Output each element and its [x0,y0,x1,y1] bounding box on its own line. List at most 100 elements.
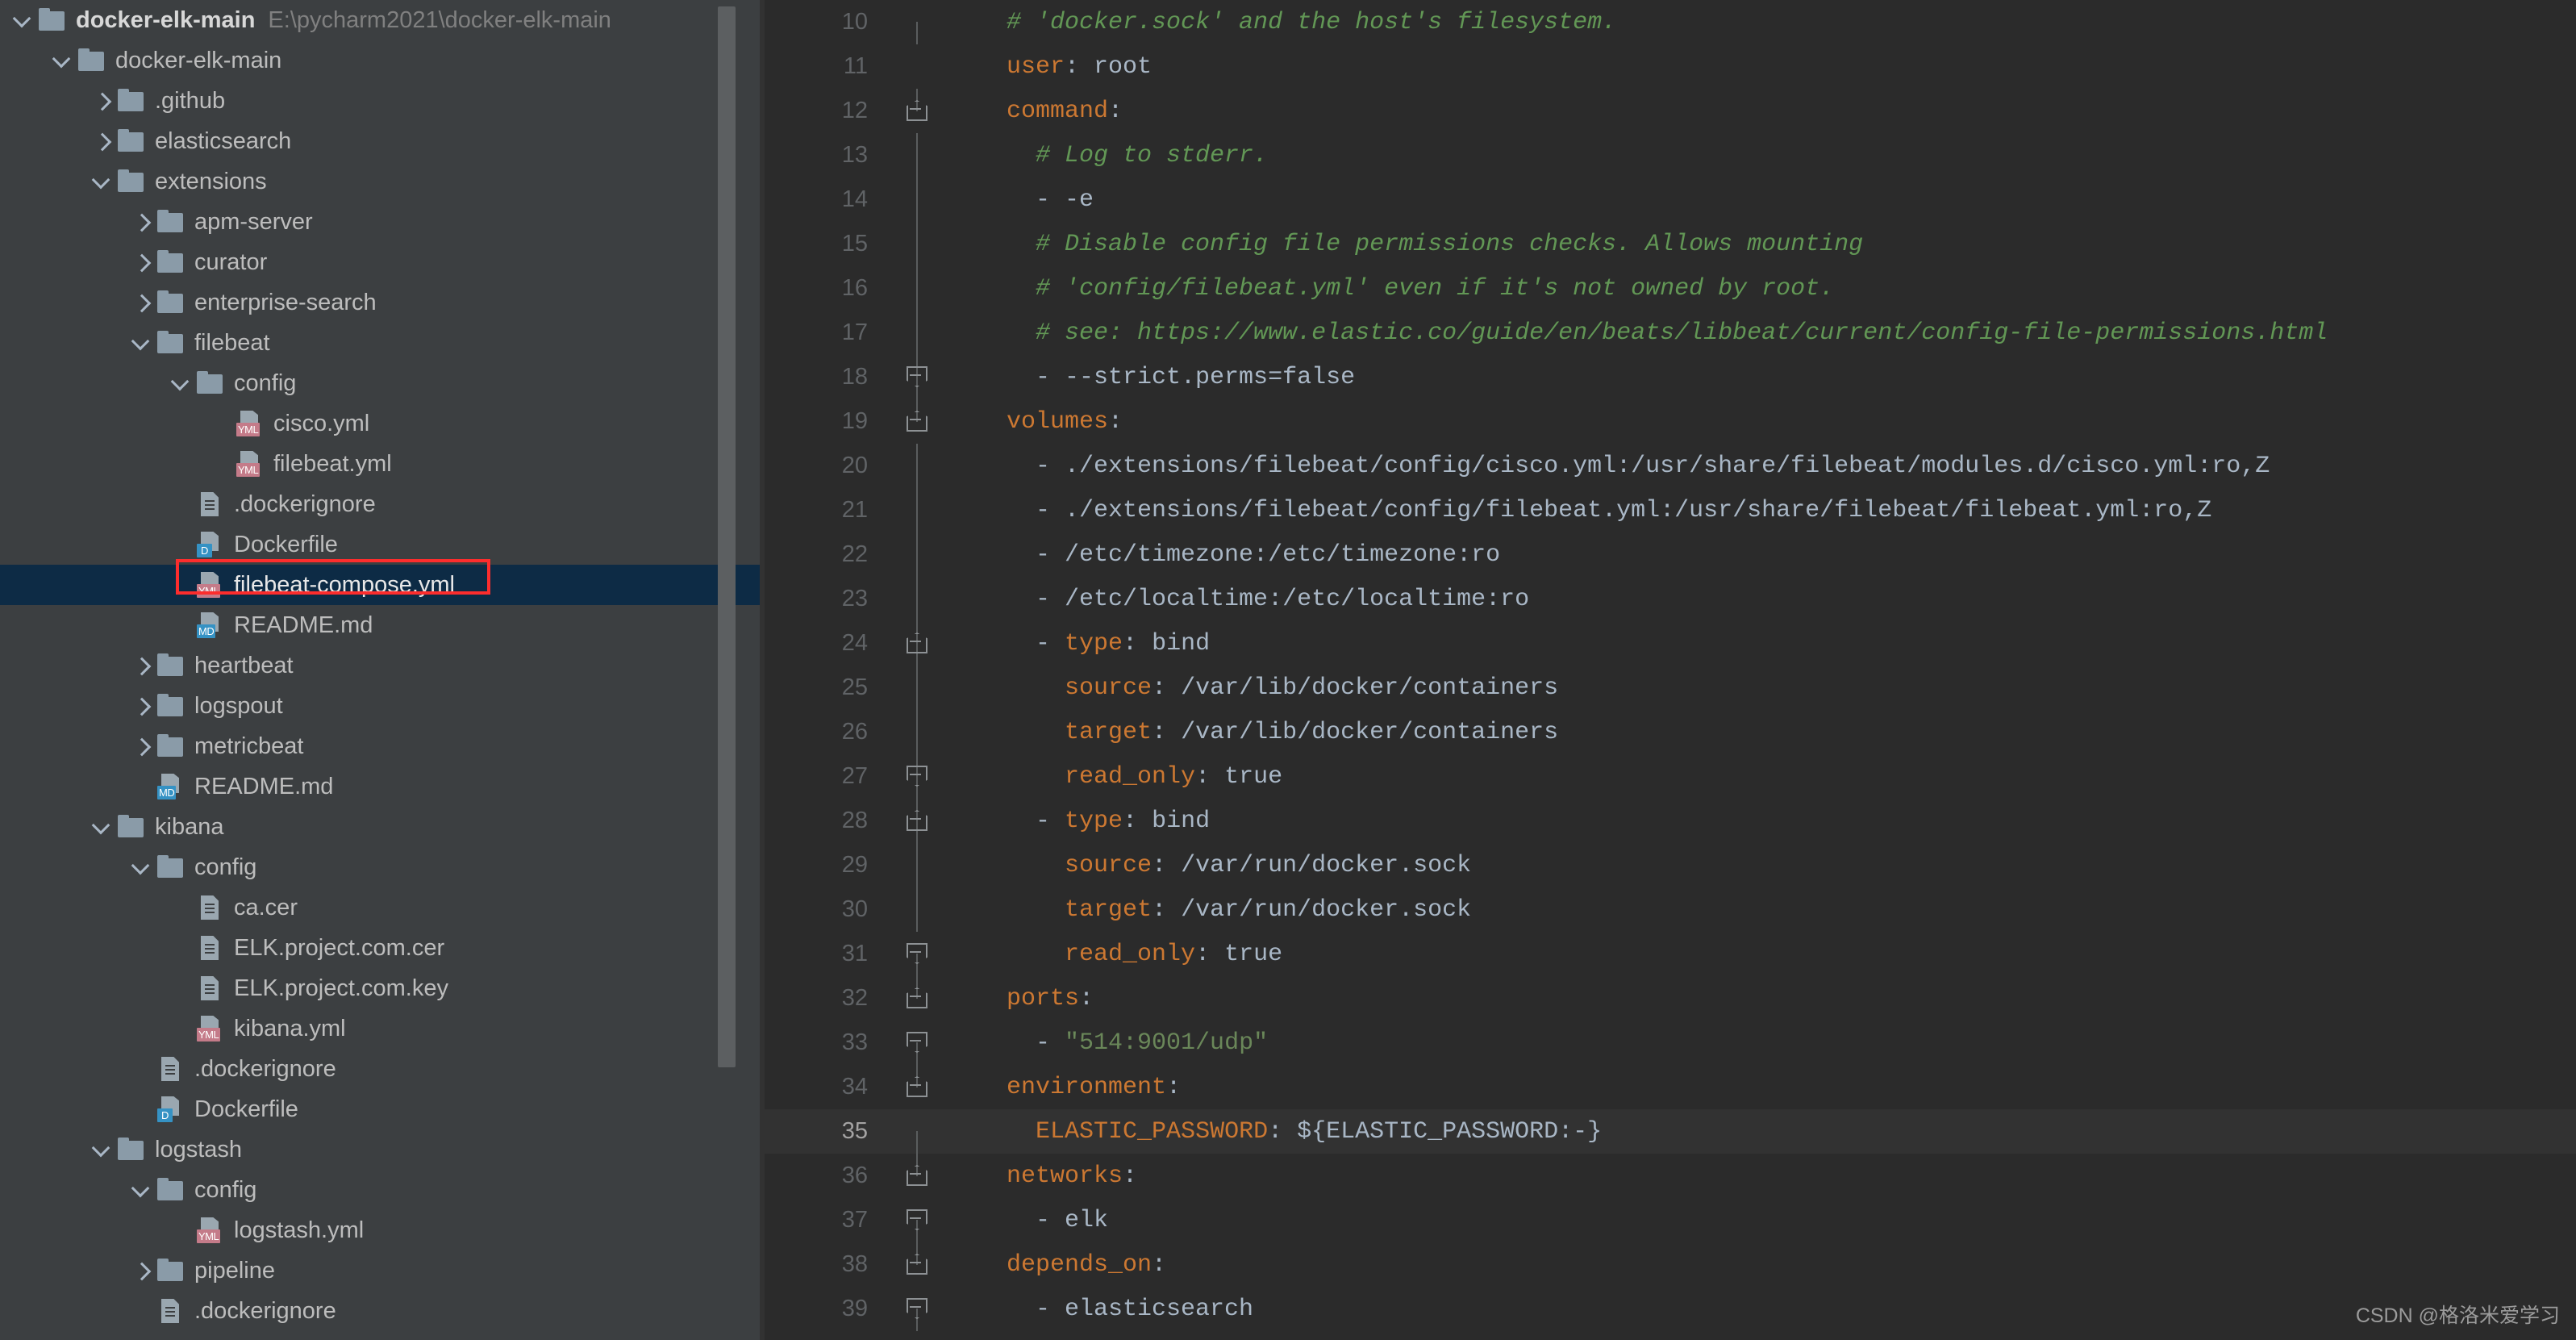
fold-gutter[interactable] [886,355,948,399]
code-text[interactable]: - ./extensions/filebeat/config/filebeat.… [948,497,2211,524]
code-line[interactable]: 29 source: /var/run/docker.sock [765,843,2576,887]
tree-row[interactable]: ELK.project.com.key [0,968,765,1008]
fold-gutter[interactable] [886,1242,948,1287]
fold-gutter[interactable] [886,89,948,133]
project-tool-window[interactable]: docker-elk-main E:\pycharm2021\docker-el… [0,0,765,1340]
code-line[interactable]: 24 - type: bind [765,621,2576,666]
tree-row[interactable]: MD README.md [0,766,765,807]
tree-row[interactable]: kibana [0,807,765,847]
fold-collapse-icon[interactable] [907,411,927,432]
tree-row[interactable]: curator [0,242,765,282]
code-text[interactable]: target: /var/run/docker.sock [948,896,1471,924]
code-text[interactable]: - type: bind [948,808,1210,835]
fold-gutter[interactable] [886,932,948,976]
code-text[interactable]: - elk [948,1207,1108,1234]
code-line[interactable]: 39 - elasticsearch [765,1287,2576,1331]
fold-gutter[interactable] [886,44,948,89]
code-text[interactable]: # 'config/filebeat.yml' even if it's not… [948,275,1834,303]
tree-row[interactable]: metricbeat [0,726,765,766]
tree-row[interactable]: YML logstash.yml [0,1210,765,1250]
code-editor[interactable]: 10 # 'docker.sock' and the host's filesy… [765,0,2576,1340]
tree-row[interactable]: config [0,363,765,403]
code-line[interactable]: 12 command: [765,89,2576,133]
code-line[interactable]: 16 # 'config/filebeat.yml' even if it's … [765,266,2576,311]
code-line[interactable]: 26 target: /var/lib/docker/containers [765,710,2576,754]
code-line[interactable]: 17 # see: https://www.elastic.co/guide/e… [765,311,2576,355]
tree-row[interactable]: docker-elk-main [0,40,765,81]
code-text[interactable]: # Disable config file permissions checks… [948,231,1863,258]
tree-row[interactable]: ca.cer [0,887,765,928]
code-text[interactable]: environment: [948,1074,1181,1101]
fold-gutter[interactable] [886,710,948,754]
fold-collapse-icon[interactable] [907,632,927,653]
fold-gutter[interactable] [886,666,948,710]
fold-gutter[interactable] [886,0,948,44]
project-scrollbar-track[interactable] [718,0,750,1340]
code-line[interactable]: 10 # 'docker.sock' and the host's filesy… [765,0,2576,44]
tree-row[interactable]: D Dockerfile [0,1089,765,1129]
tree-row[interactable]: ELK.project.com.cer [0,928,765,968]
code-text[interactable]: command: [948,98,1123,125]
chevron-right-icon[interactable] [128,208,156,236]
tree-row[interactable]: config [0,1170,765,1210]
fold-gutter[interactable] [886,799,948,843]
code-line[interactable]: 36 networks: [765,1154,2576,1198]
fold-collapse-icon[interactable] [907,1076,927,1097]
fold-gutter[interactable] [886,1065,948,1109]
tree-row[interactable]: logspout [0,686,765,726]
code-line[interactable]: 22 - /etc/timezone:/etc/timezone:ro [765,532,2576,577]
tree-row[interactable]: enterprise-search [0,282,765,323]
chevron-right-icon[interactable] [128,289,156,316]
fold-gutter[interactable] [886,399,948,444]
fold-gutter[interactable] [886,1109,948,1154]
tree-row[interactable]: pipeline [0,1250,765,1291]
tree-row[interactable]: .dockerignore [0,484,765,524]
fold-gutter[interactable] [886,444,948,488]
code-text[interactable]: source: /var/lib/docker/containers [948,674,1558,702]
code-line[interactable]: 34 environment: [765,1065,2576,1109]
fold-gutter[interactable] [886,976,948,1021]
tree-row[interactable]: extensions [0,161,765,202]
fold-gutter[interactable] [886,222,948,266]
code-text[interactable]: user: root [948,53,1152,81]
code-text[interactable]: - "514:9001/udp" [948,1029,1268,1057]
tree-row[interactable]: YML kibana.yml [0,1008,765,1049]
fold-gutter[interactable] [886,754,948,799]
fold-collapse-icon[interactable] [907,810,927,831]
code-text[interactable]: ports: [948,985,1094,1012]
code-line[interactable]: 14 - -e [765,177,2576,222]
fold-collapse-icon[interactable] [907,100,927,121]
tree-row[interactable]: YML filebeat-compose.yml [0,565,765,605]
code-text[interactable]: target: /var/lib/docker/containers [948,719,1558,746]
code-line[interactable]: 15 # Disable config file permissions che… [765,222,2576,266]
fold-gutter[interactable] [886,843,948,887]
fold-gutter[interactable] [886,887,948,932]
code-text[interactable]: - ./extensions/filebeat/config/cisco.yml… [948,453,2270,480]
fold-end-icon[interactable] [907,1209,927,1230]
code-line[interactable]: 35 ELASTIC_PASSWORD: ${ELASTIC_PASSWORD:… [765,1109,2576,1154]
tree-row[interactable]: config [0,847,765,887]
tree-row[interactable]: .dockerignore [0,1291,765,1331]
code-line[interactable]: 11 user: root [765,44,2576,89]
tree-row[interactable]: elasticsearch [0,121,765,161]
code-line[interactable]: 32 ports: [765,976,2576,1021]
fold-gutter[interactable] [886,177,948,222]
code-line[interactable]: 18 - --strict.perms=false [765,355,2576,399]
tree-row[interactable]: .dockerignore [0,1049,765,1089]
chevron-down-icon[interactable] [10,6,37,34]
fold-collapse-icon[interactable] [907,1165,927,1186]
fold-end-icon[interactable] [907,1032,927,1053]
fold-end-icon[interactable] [907,943,927,964]
chevron-down-icon[interactable] [49,47,77,74]
code-line[interactable]: 21 - ./extensions/filebeat/config/filebe… [765,488,2576,532]
code-line[interactable]: 23 - /etc/localtime:/etc/localtime:ro [765,577,2576,621]
code-text[interactable]: ELASTIC_PASSWORD: ${ELASTIC_PASSWORD:-} [948,1118,1602,1146]
code-text[interactable]: - type: bind [948,630,1210,657]
code-text[interactable]: # 'docker.sock' and the host's filesyste… [948,9,1616,36]
fold-end-icon[interactable] [907,766,927,787]
fold-gutter[interactable] [886,133,948,177]
code-line[interactable]: 27 read_only: true [765,754,2576,799]
code-line[interactable]: 19 volumes: [765,399,2576,444]
fold-gutter[interactable] [886,1198,948,1242]
chevron-right-icon[interactable] [89,87,116,115]
